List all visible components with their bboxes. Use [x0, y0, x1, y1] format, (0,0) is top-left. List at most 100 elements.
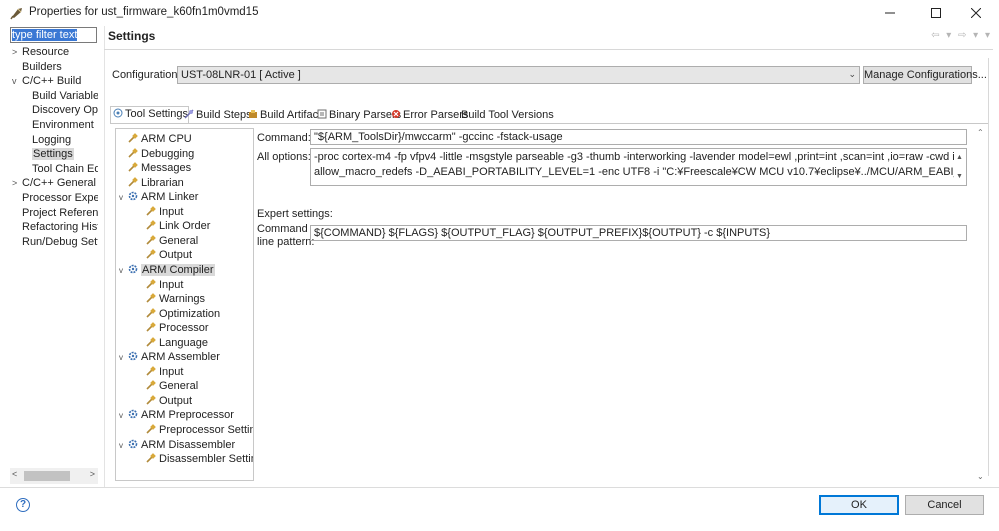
tool-tree-item-label: Messages — [141, 162, 192, 175]
tool-tree-item[interactable]: Processor — [137, 321, 209, 335]
tree-item-label: Logging — [32, 133, 72, 146]
all-options-field[interactable]: -proc cortex-m4 -fp vfpv4 -little -msgst… — [310, 148, 967, 186]
chevron-down-icon[interactable]: v — [119, 439, 128, 453]
tool-tree-item[interactable]: Messages — [119, 161, 191, 175]
tool-icon — [146, 307, 156, 318]
tree-item[interactable]: Logging — [22, 133, 71, 148]
tool-icon — [146, 249, 156, 259]
tool-icon — [146, 453, 156, 463]
tool-tree-item[interactable]: v ARM Assembler — [119, 350, 220, 364]
chevron-down-icon[interactable]: v — [119, 264, 128, 278]
history-nav-icons[interactable]: ⇦ ▾ ⇨ ▾ ▾ — [931, 30, 992, 41]
tree-item[interactable]: Settings — [22, 147, 74, 162]
tool-tree-item[interactable]: ARM CPU — [119, 132, 192, 146]
tool-tree-item-label: Input — [159, 365, 184, 378]
tab-build-artifact[interactable]: Build Artifact — [245, 107, 322, 123]
command-field[interactable]: "${ARM_ToolsDir}/mwccarm" -gccinc -fstac… — [310, 129, 967, 145]
tree-item-label: Project References — [22, 206, 98, 219]
tree-item[interactable]: Discovery Optic — [22, 103, 98, 118]
header-divider — [104, 49, 993, 50]
tool-tree-item-label: ARM Assembler — [141, 351, 220, 364]
tool-tree-item[interactable]: Warnings — [137, 292, 205, 306]
tool-tree-item[interactable]: Output — [137, 248, 192, 262]
configuration-select[interactable]: UST-08LNR-01 [ Active ] ⌄ — [177, 66, 860, 84]
tree-item[interactable]: Build Variables — [22, 89, 98, 104]
help-icon[interactable]: ? — [16, 498, 30, 512]
tool-settings-tree[interactable]: ARM CPU Debugging Messages Librarian v ARM Li… — [115, 128, 254, 481]
cancel-button[interactable]: Cancel — [905, 495, 984, 515]
tool-tree-item[interactable]: Preprocessor Settings — [137, 423, 253, 437]
tree-item[interactable]: Builders — [12, 60, 62, 75]
tree-item[interactable]: Run/Debug Settin — [12, 235, 98, 250]
chevron-down-icon[interactable]: v — [119, 191, 128, 205]
tool-tree-item[interactable]: v ARM Preprocessor — [119, 408, 234, 422]
tool-tree-item[interactable]: Input — [137, 365, 183, 379]
tree-item[interactable]: Environment — [22, 118, 94, 133]
gear-icon — [128, 409, 138, 419]
gear-icon — [128, 191, 138, 201]
tool-tree-item[interactable]: Optimization — [137, 307, 220, 321]
command-line-pattern-field[interactable]: ${COMMAND} ${FLAGS} ${OUTPUT_FLAG} ${OUT… — [310, 225, 967, 241]
tree-item[interactable]: > C/C++ General — [12, 176, 96, 191]
scroll-right-icon[interactable]: > — [90, 469, 95, 479]
tool-icon — [128, 133, 138, 143]
property-page-tree[interactable]: > Resource Builders v C/C++ Build Build Varia… — [10, 45, 98, 465]
tool-tree-item[interactable]: Librarian — [119, 176, 184, 190]
tool-tree-item[interactable]: Language — [137, 336, 208, 350]
tool-tree-item[interactable]: Debugging — [119, 147, 194, 161]
chevron-right-icon[interactable]: > — [12, 45, 22, 60]
tool-icon — [146, 220, 156, 230]
tool-tree-item[interactable]: Input — [137, 278, 183, 292]
scroll-left-icon[interactable]: < — [12, 469, 17, 479]
tab-build-steps[interactable]: Build Steps — [181, 107, 253, 123]
tree-item[interactable]: Tool Chain Edito — [22, 162, 98, 177]
tool-tree-item[interactable]: v ARM Compiler — [119, 263, 215, 277]
panel-sash[interactable] — [104, 26, 105, 488]
minimize-button[interactable] — [867, 0, 913, 26]
tab-build-tool-versions[interactable]: Build Tool Versions — [458, 107, 555, 123]
scroll-up-icon[interactable]: ⌃ — [977, 128, 984, 137]
chevron-down-icon[interactable]: v — [12, 74, 22, 89]
tool-tree-item[interactable]: v ARM Linker — [119, 190, 198, 204]
tool-tree-item[interactable]: v ARM Disassembler — [119, 438, 235, 452]
tab-tool-settings[interactable]: Tool Settings — [110, 106, 189, 124]
tree-horizontal-scrollbar[interactable]: < > — [10, 468, 98, 484]
tool-tree-item-label: Preprocessor Settings — [159, 424, 253, 436]
tool-tree-item[interactable]: Disassembler Settings — [137, 452, 253, 466]
chevron-down-icon[interactable]: v — [119, 409, 128, 423]
tool-tree-item[interactable]: Link Order — [137, 219, 210, 233]
chevron-right-icon[interactable]: > — [12, 176, 22, 191]
tool-tree-item[interactable]: General — [137, 234, 198, 248]
tool-tree-item-label: Output — [159, 249, 193, 262]
minimize-icon — [885, 12, 895, 14]
close-button[interactable] — [953, 0, 999, 26]
page-title: Settings — [108, 29, 156, 43]
tree-item[interactable]: Refactoring Histor — [12, 220, 98, 235]
tree-item[interactable]: > Resource — [12, 45, 69, 60]
scroll-down-icon[interactable]: ⌄ — [977, 472, 984, 481]
tab-label: Build Artifact — [260, 109, 322, 121]
tool-tree-item[interactable]: Input — [137, 205, 183, 219]
all-options-label: All options: — [257, 151, 311, 163]
tree-item[interactable]: Processor Expert — [12, 191, 98, 206]
settings-header: Settings ⇦ ▾ ⇨ ▾ ▾ — [108, 27, 992, 47]
title-bar: Properties for ust_firmware_k60fn1m0vmd1… — [0, 0, 999, 26]
all-options-scrollbar[interactable]: ▲ ▼ — [954, 149, 966, 185]
form-vertical-scrollbar[interactable]: ⌃ ⌄ — [975, 128, 987, 481]
tool-tree-item[interactable]: Output — [137, 394, 192, 408]
binary-parsers-icon — [317, 109, 327, 119]
filter-text: type filter text — [12, 29, 78, 41]
ok-button[interactable]: OK — [819, 495, 899, 515]
scroll-thumb[interactable] — [24, 471, 70, 481]
filter-input[interactable]: type filter text — [10, 27, 97, 43]
scroll-up-icon[interactable]: ▲ — [956, 150, 963, 165]
tool-tree-item[interactable]: General — [137, 379, 198, 393]
manage-configurations-button[interactable]: Manage Configurations... — [863, 66, 987, 84]
chevron-down-icon[interactable]: v — [119, 351, 128, 365]
tool-tree-item-label: Debugging — [141, 147, 195, 160]
tree-item[interactable]: Project References — [12, 206, 98, 221]
tab-underline — [110, 123, 988, 124]
tool-tree-item-label: Output — [159, 394, 193, 407]
tree-item[interactable]: v C/C++ Build — [12, 74, 81, 89]
scroll-down-icon[interactable]: ▼ — [956, 169, 963, 184]
